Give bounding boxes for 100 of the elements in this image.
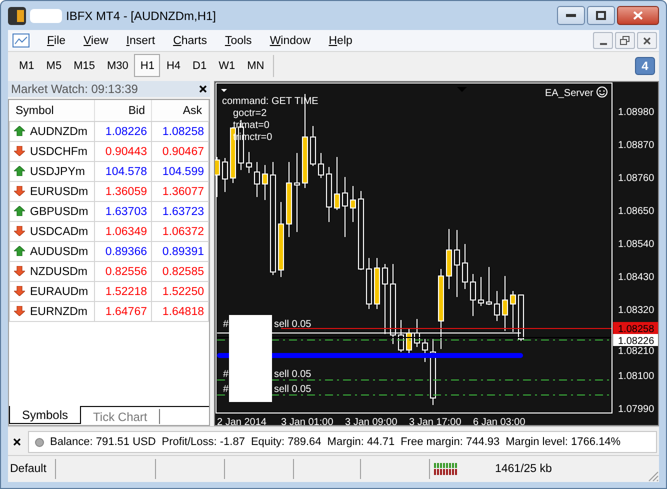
table-cell: 1.64767 [94,302,152,322]
restore-button[interactable] [615,32,635,49]
close-icon[interactable] [199,85,207,93]
candlestick [414,318,420,348]
table-cell: 1.36059 [94,182,152,202]
minimize-button[interactable] [557,6,585,25]
price-label: 1.07990 [618,404,654,415]
symbol-name: AUDUSDm [30,246,88,258]
symbol-name: EURAUDm [30,286,88,298]
account-value: Equity: 789.64 [250,436,322,448]
table-cell: 1.06349 [94,222,152,242]
candlestick [326,166,332,222]
minimize-button[interactable] [593,32,613,49]
table-cell: 1.52250 [152,282,208,302]
table-cell[interactable]: EURAUDm [10,282,94,302]
menu-item[interactable]: Charts [164,34,216,46]
timeframe-button[interactable]: D1 [186,54,213,77]
chart-window-icon[interactable] [12,32,30,48]
price-label: 1.08870 [618,140,654,151]
notification-badge[interactable]: 4 [635,56,655,74]
panel-tab[interactable]: Symbols [9,406,82,424]
table-cell[interactable]: AUDUSDm [10,242,94,262]
time-label: 2 Jan 2014 [217,417,266,428]
symbol-name: GBPUSDm [30,206,88,218]
table-cell[interactable]: AUDNZDm [10,122,94,142]
close-button[interactable] [617,6,659,25]
candlestick [382,264,388,334]
column-header[interactable]: Bid [94,100,152,122]
timeframe-button[interactable]: W1 [212,54,242,77]
candlestick [374,258,380,310]
time-label: 3 Jan 09:00 [345,417,398,428]
price-label: 1.08430 [618,272,654,283]
price-label: 1.08100 [618,371,654,382]
candlestick [478,276,484,306]
timeframe-button[interactable]: M30 [100,54,134,77]
candlestick [502,276,508,332]
smiley-icon [596,86,608,98]
table-cell: 104.578 [94,162,152,182]
close-icon[interactable] [13,438,21,446]
candlestick [215,156,220,198]
account-value: Balance: 791.51 USD [50,436,156,448]
menu-item[interactable]: View [74,34,118,46]
candlestick [222,158,228,192]
table-cell[interactable]: EURNZDm [10,302,94,322]
table-cell: 1.63723 [152,202,208,222]
candlestick [310,126,316,166]
table-cell: 1.08226 [94,122,152,142]
status-dot-icon [35,438,44,446]
table-cell[interactable]: NZDUSDm [10,262,94,282]
ask-price-badge: 1.08258 [613,322,658,335]
table-cell: 0.89391 [152,242,208,262]
candlestick [318,152,324,178]
panel-tab[interactable]: Tick Chart [81,409,160,424]
candlestick [350,186,356,222]
table-cell: 1.36077 [152,182,208,202]
candlestick [366,258,372,310]
close-icon [633,11,643,20]
table-cell[interactable]: EURUSDm [10,182,94,202]
account-value: Margin level: 1766.14% [506,436,621,448]
bid-price-badge: 1.08226 [613,334,658,347]
candlestick [398,320,404,352]
candlestick [510,290,516,332]
column-header[interactable]: Symbol [10,100,94,122]
table-cell[interactable]: GBPUSDm [10,202,94,222]
candlestick [342,176,348,238]
dropdown-icon[interactable] [221,89,227,92]
table-cell: 0.82556 [94,262,152,282]
maximize-button[interactable] [587,6,615,25]
symbol-name: USDCHFm [30,146,88,158]
column-header[interactable]: Ask [152,100,208,122]
menu-item[interactable]: Help [320,34,362,46]
chart-comment: goctr=2 [233,108,267,119]
candlestick [470,274,476,316]
timeframe-button[interactable]: M5 [40,54,68,77]
resize-grip-icon[interactable] [647,470,659,482]
timeframe-button[interactable]: MN [241,54,270,77]
menu-item[interactable]: Window [260,34,320,46]
timeframe-button[interactable]: M1 [13,54,40,77]
table-cell[interactable]: USDCADm [10,222,94,242]
price-label: 1.08210 [618,346,654,357]
redacted-block [30,8,62,22]
timeframe-button[interactable]: H1 [134,54,160,77]
timeframe-button[interactable]: H4 [160,54,186,77]
panel-title: Market Watch: 09:13:39 [11,82,138,96]
menu-item[interactable]: Insert [117,34,164,46]
table-cell[interactable]: USDCHFm [10,142,94,162]
price-label: 1.08540 [618,239,654,250]
menu-item[interactable]: File [38,34,75,46]
timeframe-button[interactable]: M15 [68,54,101,77]
table-cell: 0.90443 [94,142,152,162]
symbol-name: USDCADm [30,226,88,238]
restore-icon [620,36,630,45]
account-value: Profit/Loss: -1.87 [162,436,245,448]
menu-item[interactable]: Tools [216,34,261,46]
minimize-icon [566,14,576,18]
table-cell[interactable]: USDJPYm [10,162,94,182]
time-label: 6 Jan 03:00 [473,417,526,428]
price-label: 1.08650 [618,206,654,217]
table-cell: 104.599 [152,162,208,182]
close-button[interactable] [637,32,657,49]
